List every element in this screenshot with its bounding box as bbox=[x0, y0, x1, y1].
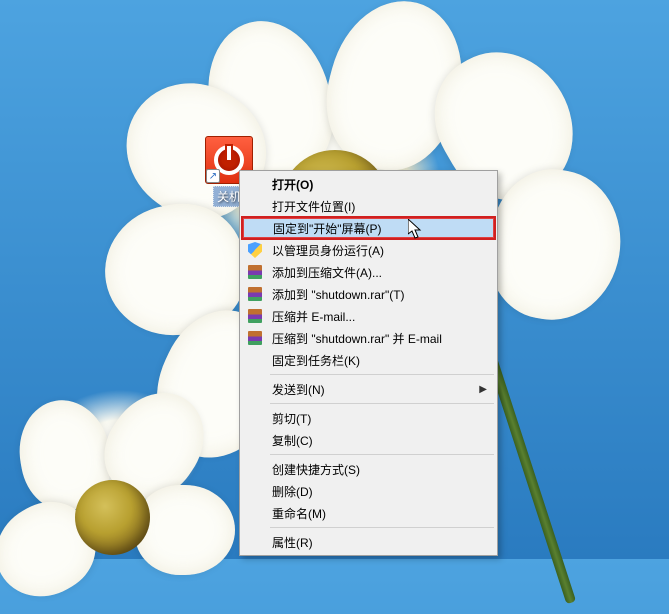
archive-icon bbox=[247, 286, 263, 302]
menu-label: 固定到任务栏(K) bbox=[272, 352, 360, 369]
menu-add-to-archive[interactable]: 添加到压缩文件(A)... bbox=[242, 261, 495, 283]
archive-icon bbox=[247, 264, 263, 280]
menu-separator bbox=[270, 527, 494, 528]
menu-run-as-admin[interactable]: 以管理员身份运行(A) bbox=[242, 239, 495, 261]
menu-add-to-shutdown-rar[interactable]: 添加到 "shutdown.rar"(T) bbox=[242, 283, 495, 305]
menu-label: 添加到压缩文件(A)... bbox=[272, 264, 382, 281]
menu-open-file-location[interactable]: 打开文件位置(I) bbox=[242, 195, 495, 217]
menu-label: 打开文件位置(I) bbox=[272, 198, 355, 215]
menu-separator bbox=[270, 454, 494, 455]
menu-delete[interactable]: 删除(D) bbox=[242, 480, 495, 502]
menu-label: 重命名(M) bbox=[272, 505, 326, 522]
menu-rename[interactable]: 重命名(M) bbox=[242, 502, 495, 524]
menu-label: 剪切(T) bbox=[272, 410, 311, 427]
menu-separator bbox=[270, 374, 494, 375]
menu-create-shortcut[interactable]: 创建快捷方式(S) bbox=[242, 458, 495, 480]
menu-label: 以管理员身份运行(A) bbox=[272, 242, 384, 259]
menu-separator bbox=[270, 403, 494, 404]
menu-label: 固定到"开始"屏幕(P) bbox=[273, 220, 382, 237]
menu-copy[interactable]: 复制(C) bbox=[242, 429, 495, 451]
menu-open[interactable]: 打开(O) bbox=[242, 173, 495, 195]
menu-send-to[interactable]: 发送到(N) ▶ bbox=[242, 378, 495, 400]
menu-label: 添加到 "shutdown.rar"(T) bbox=[272, 286, 405, 303]
menu-label: 发送到(N) bbox=[272, 381, 325, 398]
menu-label: 打开(O) bbox=[272, 176, 313, 193]
context-menu: 打开(O) 打开文件位置(I) 固定到"开始"屏幕(P) 以管理员身份运行(A)… bbox=[239, 170, 498, 556]
menu-compress-to-rar-email[interactable]: 压缩到 "shutdown.rar" 并 E-mail bbox=[242, 327, 495, 349]
menu-label: 属性(R) bbox=[272, 534, 313, 551]
menu-properties[interactable]: 属性(R) bbox=[242, 531, 495, 553]
menu-cut[interactable]: 剪切(T) bbox=[242, 407, 495, 429]
archive-icon bbox=[247, 330, 263, 346]
menu-label: 压缩并 E-mail... bbox=[272, 308, 355, 325]
menu-label: 压缩到 "shutdown.rar" 并 E-mail bbox=[272, 330, 442, 347]
menu-compress-email[interactable]: 压缩并 E-mail... bbox=[242, 305, 495, 327]
archive-icon bbox=[247, 308, 263, 324]
menu-label: 创建快捷方式(S) bbox=[272, 461, 360, 478]
shortcut-overlay-icon: ↗ bbox=[206, 169, 220, 183]
menu-label: 删除(D) bbox=[272, 483, 313, 500]
menu-pin-to-taskbar[interactable]: 固定到任务栏(K) bbox=[242, 349, 495, 371]
menu-label: 复制(C) bbox=[272, 432, 313, 449]
shield-icon bbox=[247, 242, 263, 258]
submenu-arrow-icon: ▶ bbox=[479, 384, 487, 395]
menu-pin-to-start[interactable]: 固定到"开始"屏幕(P) bbox=[241, 216, 496, 240]
